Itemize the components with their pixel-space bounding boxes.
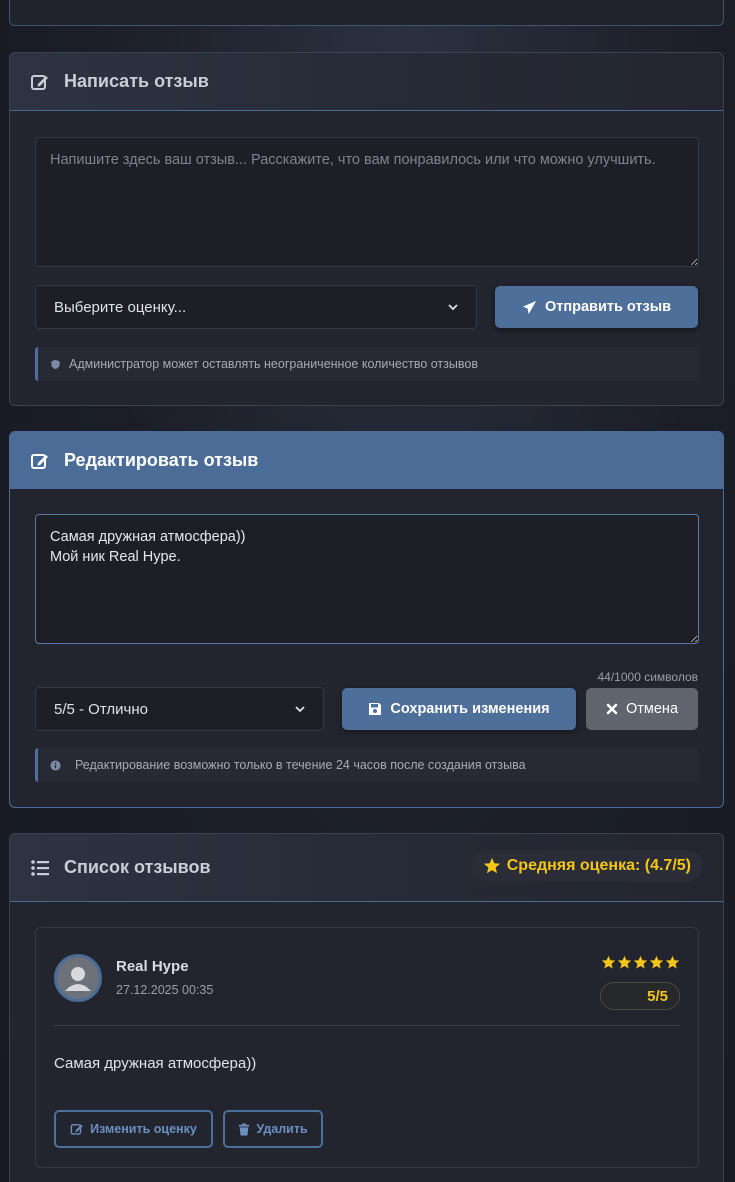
- review-date: 27.12.2025 00:35: [116, 983, 214, 997]
- star-icon: [483, 857, 500, 874]
- delete-button[interactable]: Удалить: [223, 1110, 323, 1148]
- review-score-badge: 5/5: [600, 982, 680, 1010]
- reviews-list-header: Список отзывов Средняя оценка: (4.7/5): [10, 834, 723, 902]
- previous-card: [9, 0, 724, 26]
- close-icon: [606, 703, 618, 715]
- edit-rating-button[interactable]: Изменить оценку: [54, 1110, 213, 1148]
- edit-info-text: Редактирование возможно только в течение…: [75, 758, 526, 772]
- char-counter: 44/1000 символов: [597, 670, 699, 684]
- edit-rating-select-value: 5/5 - Отлично: [54, 700, 148, 718]
- user-icon: [65, 967, 91, 991]
- review-stars: [601, 955, 680, 970]
- edit-review-card: Редактировать отзыв 44/1000 символов 5/5…: [9, 431, 724, 808]
- admin-note-text: Администратор может оставлять неограниче…: [69, 357, 478, 371]
- list-icon: [30, 858, 50, 878]
- cancel-label: Отмена: [625, 701, 679, 717]
- star-icon: [649, 955, 664, 969]
- info-icon: [50, 759, 61, 771]
- write-review-card: Написать отзыв Выберите оценку... Отправ…: [9, 52, 724, 406]
- save-icon: [369, 703, 382, 715]
- reviews-list-title: Список отзывов: [64, 857, 211, 877]
- delete-label: Удалить: [256, 1122, 308, 1136]
- admin-note: Администратор может оставлять неограниче…: [35, 347, 699, 381]
- trash-icon: [239, 1123, 250, 1135]
- avatar: [54, 954, 102, 1002]
- edit-icon: [70, 1124, 83, 1135]
- edit-review-header: Редактировать отзыв: [10, 432, 723, 489]
- average-rating-badge: Средняя оценка: (4.7/5): [470, 850, 703, 882]
- shield-icon: [51, 359, 60, 369]
- write-review-header: Написать отзыв: [10, 53, 723, 111]
- cancel-button[interactable]: Отмена: [586, 688, 698, 730]
- save-changes-label: Сохранить изменения: [390, 701, 550, 717]
- chevron-down-icon: [448, 304, 458, 311]
- star-icon: [601, 955, 616, 969]
- edit-info-note: Редактирование возможно только в течение…: [35, 748, 699, 782]
- rating-select[interactable]: Выберите оценку...: [35, 285, 477, 329]
- edit-icon: [30, 451, 50, 471]
- rating-select-value: Выберите оценку...: [54, 298, 187, 316]
- paper-plane-icon: [522, 300, 537, 314]
- edit-rating-select[interactable]: 5/5 - Отлично: [35, 687, 324, 731]
- save-changes-button[interactable]: Сохранить изменения: [342, 688, 576, 730]
- edit-rating-label: Изменить оценку: [90, 1122, 197, 1136]
- edit-icon: [30, 72, 50, 92]
- review-author: Real Hype: [116, 958, 189, 975]
- review-item: Real Hype 27.12.2025 00:35 5/5 Самая дру…: [35, 927, 699, 1168]
- review-divider: [54, 1025, 680, 1026]
- write-review-title: Написать отзыв: [64, 71, 209, 91]
- submit-review-label: Отправить отзыв: [544, 299, 672, 315]
- average-rating-text: Средняя оценка: (4.7/5): [506, 857, 691, 874]
- review-text-input[interactable]: [35, 137, 699, 267]
- edit-review-title: Редактировать отзыв: [64, 450, 259, 470]
- star-icon: [617, 955, 632, 969]
- submit-review-button[interactable]: Отправить отзыв: [495, 286, 698, 328]
- chevron-down-icon: [295, 706, 305, 713]
- star-icon: [633, 955, 648, 969]
- review-text: Самая дружная атмосфера)): [54, 1055, 257, 1072]
- edit-review-text-input[interactable]: [35, 514, 699, 644]
- star-icon: [665, 955, 680, 969]
- reviews-list-card: Список отзывов Средняя оценка: (4.7/5) R…: [9, 833, 724, 1182]
